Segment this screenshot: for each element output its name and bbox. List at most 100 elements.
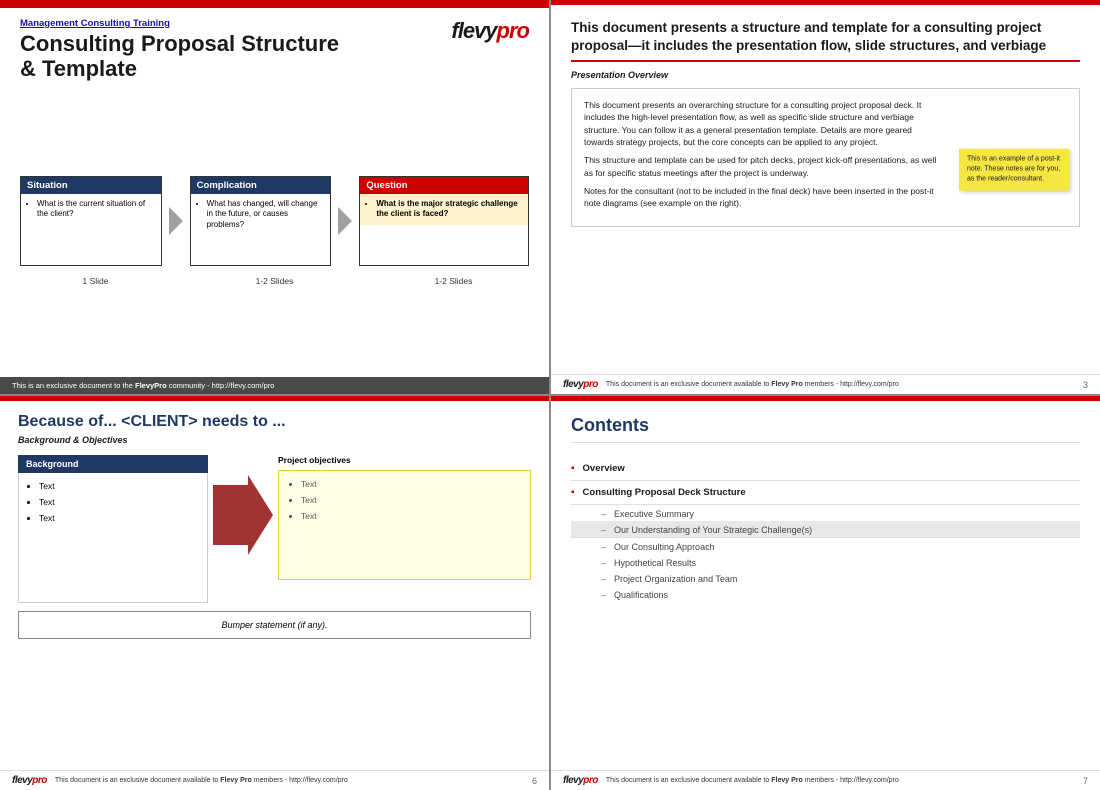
contents-list: ▪ Overview ▪ Consulting Proposal Deck St… — [571, 457, 1080, 602]
slide1-flow-boxes: Situation What is the current situation … — [20, 176, 529, 266]
slide-count-row: 1 Slide 1-2 Slides 1-2 Slides — [20, 274, 529, 288]
overview-label: Overview — [583, 463, 625, 474]
slide2-overview-box: This document presents an overarching st… — [571, 88, 1080, 227]
footer-logo-red: pro — [583, 379, 598, 390]
sub-hypo-results: – Hypothetical Results — [571, 554, 1080, 570]
proposal-bullet: ▪ — [571, 487, 575, 498]
contents-item-overview: ▪ Overview — [571, 457, 1080, 481]
proj-obj-area: Project objectives Text Text Text — [278, 455, 531, 580]
big-arrow-right — [208, 455, 278, 555]
slide3-title: Because of... <CLIENT> needs to ... — [18, 413, 531, 431]
proj-obj-3: Text — [301, 511, 520, 521]
slide3-content: Because of... <CLIENT> needs to ... Back… — [0, 401, 549, 770]
footer-bold: FlevyPro — [135, 381, 167, 390]
slide1-diagram-area: Situation What is the current situation … — [0, 87, 549, 377]
arrow-1 — [162, 207, 190, 235]
slide1-title-block: Management Consulting Training Consultin… — [20, 18, 451, 82]
flow-item-complication: Complication What has changed, will chan… — [190, 176, 360, 266]
slide2-section-label: Presentation Overview — [571, 70, 1080, 80]
slide4-footer-text: This document is an exclusive document a… — [606, 777, 899, 784]
footer-text: This is an exclusive document to the — [12, 381, 135, 390]
proj-obj-2: Text — [301, 495, 520, 505]
overview-para-1: This document presents an overarching st… — [584, 99, 942, 148]
logo-flevy-text: flevy — [451, 18, 496, 43]
slide2-content: This document presents a structure and t… — [551, 5, 1100, 374]
flow-box-question: Question What is the major strategic cha… — [359, 176, 529, 266]
slide4-title: Contents — [571, 415, 1080, 443]
slide4-footer: flevypro This document is an exclusive d… — [551, 770, 1100, 790]
situation-text: What is the current situation of the cli… — [37, 199, 155, 220]
slide3-footer-text: This document is an exclusive document a… — [55, 777, 348, 784]
count-situation: 1 Slide — [20, 274, 171, 288]
bg-item-1: Text — [39, 481, 199, 491]
slide2-footer-text: This document is an exclusive document a… — [606, 381, 899, 388]
sub-strategic-challenge-text: Our Understanding of Your Strategic Chal… — [614, 525, 812, 535]
slide2-page-num: 3 — [1083, 380, 1088, 390]
slide3-footer-logo: flevypro — [12, 775, 47, 786]
proj-obj-label: Project objectives — [278, 455, 531, 465]
count-complication: 1-2 Slides — [199, 274, 350, 288]
sub-consulting-approach-text: Our Consulting Approach — [614, 542, 715, 552]
sub-qualifications-text: Qualifications — [614, 590, 668, 600]
contents-item-proposal: ▪ Consulting Proposal Deck Structure — [571, 481, 1080, 505]
slide2-big-title: This document presents a structure and t… — [571, 19, 1080, 62]
slide2-text-col: This document presents an overarching st… — [584, 99, 942, 210]
bumper-box: Bumper statement (if any). — [18, 611, 531, 639]
slide2-footer-logo: flevypro — [563, 379, 598, 390]
sub-qualifications: – Qualifications — [571, 586, 1080, 602]
slide-2: This document presents a structure and t… — [551, 0, 1100, 394]
sub-consulting-approach: – Our Consulting Approach — [571, 538, 1080, 554]
slide-3: Because of... <CLIENT> needs to ... Back… — [0, 396, 549, 790]
sub-exec-summary: – Executive Summary — [571, 505, 1080, 521]
slide2-footer: flevypro This document is an exclusive d… — [551, 374, 1100, 394]
overview-para-3: Notes for the consultant (not to be incl… — [584, 185, 942, 210]
situation-header: Situation — [21, 177, 161, 194]
sub-hypo-results-text: Hypothetical Results — [614, 558, 696, 568]
question-text: What is the major strategic challenge th… — [376, 199, 522, 220]
complication-text: What has changed, will change in the fut… — [207, 199, 325, 230]
slide1-main-title: Consulting Proposal Structure& Template — [20, 31, 451, 82]
slide3-page-num: 6 — [532, 776, 537, 786]
bg-item-2: Text — [39, 497, 199, 507]
complication-header: Complication — [191, 177, 331, 194]
flow-item-situation: Situation What is the current situation … — [20, 176, 190, 266]
slide1-logo: flevypro — [451, 18, 529, 44]
proj-obj-box: Text Text Text — [278, 470, 531, 580]
logo-pro-text: pro — [497, 18, 529, 43]
question-body: What is the major strategic challenge th… — [360, 194, 528, 225]
sub-strategic-challenge: – Our Understanding of Your Strategic Ch… — [571, 521, 1080, 538]
complication-body: What has changed, will change in the fut… — [191, 194, 331, 235]
footer-logo-dark: flevy — [563, 379, 583, 390]
bg-item-3: Text — [39, 513, 199, 523]
sticky-note-text: This is an example of a post-it note. Th… — [967, 156, 1060, 183]
proposal-label: Consulting Proposal Deck Structure — [583, 487, 746, 498]
slide4-footer-logo: flevypro — [563, 775, 598, 786]
proj-obj-1: Text — [301, 479, 520, 489]
bg-box: Background Text Text Text — [18, 455, 208, 603]
slide3-section-label: Background & Objectives — [18, 435, 531, 445]
situation-body: What is the current situation of the cli… — [21, 194, 161, 225]
bumper-text: Bumper statement (if any). — [221, 620, 327, 630]
arrow-2 — [331, 207, 359, 235]
flow-box-complication: Complication What has changed, will chan… — [190, 176, 332, 266]
slide3-footer: flevypro This document is an exclusive d… — [0, 770, 549, 790]
slide-1: Management Consulting Training Consultin… — [0, 0, 549, 394]
slide1-footer: This is an exclusive document to the Fle… — [0, 377, 549, 394]
sub-proj-org: – Project Organization and Team — [571, 570, 1080, 586]
bg-box-header: Background — [18, 455, 208, 473]
overview-para-2: This structure and template can be used … — [584, 154, 942, 179]
question-header: Question — [360, 177, 528, 194]
slide1-subtitle-link[interactable]: Management Consulting Training — [20, 18, 451, 29]
footer-suffix: community - http://flevy.com/pro — [167, 381, 275, 390]
slide1-header: Management Consulting Training Consultin… — [0, 8, 549, 87]
flow-item-question: Question What is the major strategic cha… — [359, 176, 529, 266]
bg-box-body: Text Text Text — [18, 473, 208, 603]
slide1-top-bar — [0, 0, 549, 8]
slide4-content: Contents ▪ Overview ▪ Consulting Proposa… — [551, 401, 1100, 770]
slide4-page-num: 7 — [1083, 776, 1088, 786]
count-question: 1-2 Slides — [378, 274, 529, 288]
overview-bullet: ▪ — [571, 463, 575, 474]
sub-proj-org-text: Project Organization and Team — [614, 574, 737, 584]
slide3-diagram: Background Text Text Text Project object… — [18, 455, 531, 603]
flow-box-situation: Situation What is the current situation … — [20, 176, 162, 266]
